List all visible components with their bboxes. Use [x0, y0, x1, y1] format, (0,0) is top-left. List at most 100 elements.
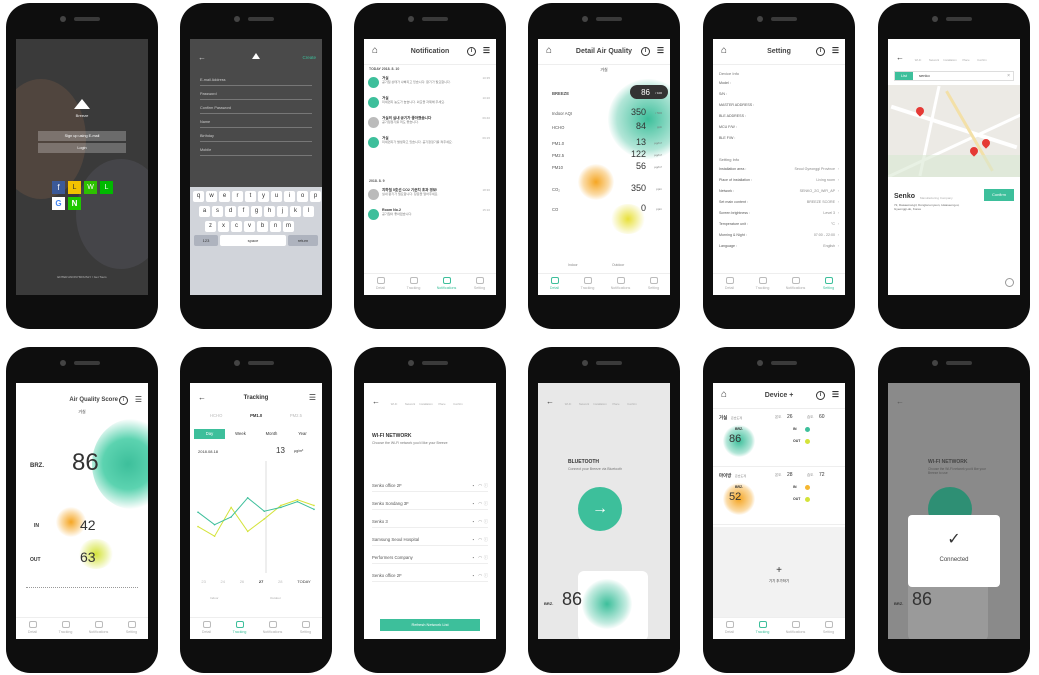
tab-hcho[interactable]: HCHO	[210, 413, 222, 418]
info-icon[interactable]: i	[816, 47, 825, 56]
network-row[interactable]: Performers Company ▪ ◠ ⓘ	[372, 551, 488, 564]
range-year[interactable]: Year	[287, 429, 318, 439]
tab-tracking[interactable]: Tracking	[49, 618, 82, 639]
confirm-button[interactable]: Confirm	[984, 189, 1014, 201]
key-space[interactable]: space	[220, 235, 286, 246]
clear-icon[interactable]: ×	[1007, 72, 1010, 80]
wechat-icon[interactable]: W	[84, 181, 97, 194]
signup-field[interactable]: Mobile	[200, 145, 312, 156]
home-icon[interactable]: ⌂	[721, 46, 727, 56]
keyboard-key[interactable]: w	[206, 191, 217, 202]
air-quality-row[interactable]: CO 0 ppm	[544, 203, 664, 215]
info-icon[interactable]: ⓘ	[484, 497, 488, 510]
info-icon[interactable]: ⓘ	[484, 479, 488, 492]
connect-arrow-button[interactable]: →	[578, 487, 622, 531]
tab-notifications[interactable]: Notifications	[430, 274, 463, 295]
refresh-button[interactable]: Refresh Network List	[380, 619, 480, 631]
air-quality-row[interactable]: PM10 56 µg/m³	[544, 161, 664, 173]
keyboard-key[interactable]: i	[284, 191, 295, 202]
device-card[interactable]: 마이방 온습도계 온도 28 습도 72 BRZ. 52 IN OUT	[713, 469, 845, 525]
tab-tracking[interactable]: Tracking	[571, 274, 604, 295]
setting-row[interactable]: Screen brightness : Level 3 ›	[719, 211, 839, 221]
back-arrow-icon[interactable]: ←	[372, 397, 380, 406]
tab-detail[interactable]: Detail	[364, 274, 397, 295]
keyboard-key[interactable]: c	[231, 221, 242, 232]
tab-notifications[interactable]: Notifications	[604, 274, 637, 295]
tab-notifications[interactable]: Notifications	[82, 618, 115, 639]
menu-icon[interactable]: ☰	[832, 391, 839, 399]
back-arrow-icon[interactable]: ←	[546, 397, 554, 406]
add-device-area[interactable]: + 기기 추가하기	[713, 527, 845, 617]
info-icon[interactable]: i	[119, 396, 128, 405]
add-icon[interactable]: +	[713, 565, 845, 576]
keyboard-key[interactable]: n	[270, 221, 281, 232]
tab-tracking[interactable]: Tracking	[397, 274, 430, 295]
signup-field[interactable]: Birthday	[200, 131, 312, 142]
air-quality-row[interactable]: CO₂ 350 ppm	[544, 183, 664, 195]
tab-pm25[interactable]: PM2.5	[290, 413, 302, 418]
keyboard-key[interactable]: d	[225, 206, 236, 217]
tab-setting[interactable]: Setting	[289, 618, 322, 639]
info-icon[interactable]: ⓘ	[484, 551, 488, 564]
network-row[interactable]: Senko office 2F ▪ ◠ ⓘ	[372, 479, 488, 492]
notification-item[interactable]: Room No.2 공기질이 좋아졌습니다. 15:10	[368, 207, 492, 225]
tab-detail[interactable]: Detail	[538, 274, 571, 295]
tab-pm10[interactable]: PM1.0	[250, 413, 262, 418]
keyboard-key[interactable]: l	[303, 206, 314, 217]
air-quality-row[interactable]: PM2.5 122 µg/m³	[544, 149, 664, 161]
keyboard-key[interactable]: g	[251, 206, 262, 217]
range-day[interactable]: Day	[194, 429, 225, 439]
keyboard-key[interactable]: x	[218, 221, 229, 232]
naver-icon[interactable]: N	[68, 197, 81, 210]
network-row[interactable]: Samsung Seoul Hospital ▪ ◠ ⓘ	[372, 533, 488, 546]
tab-notifications[interactable]: Notifications	[779, 618, 812, 639]
facebook-icon[interactable]: f	[52, 181, 65, 194]
keyboard-key[interactable]: o	[297, 191, 308, 202]
keyboard-key[interactable]: q	[193, 191, 204, 202]
key-123[interactable]: 123	[194, 235, 218, 246]
back-arrow-icon[interactable]: ←	[896, 53, 904, 62]
line-icon[interactable]: L	[100, 181, 113, 194]
notification-item[interactable]: 거실 미세먼지가 발생하고 있습니다. 공기청정기를 켜주세요. 09:15	[368, 135, 492, 153]
info-icon[interactable]: ⓘ	[484, 533, 488, 546]
tab-notifications[interactable]: Notifications	[779, 274, 812, 295]
info-icon[interactable]: i	[816, 391, 825, 400]
date-scroller[interactable]: 23 24 26 27 28 TODAY	[194, 579, 318, 584]
keyboard-key[interactable]: u	[271, 191, 282, 202]
tab-tracking[interactable]: Tracking	[746, 618, 779, 639]
home-icon[interactable]: ⌂	[546, 46, 552, 56]
back-arrow-icon[interactable]: ←	[198, 53, 206, 62]
home-icon[interactable]: ⌂	[372, 46, 378, 56]
setting-row[interactable]: Set main content : BREEZE SCORE ›	[719, 200, 839, 210]
keyboard-key[interactable]: h	[264, 206, 275, 217]
tab-setting[interactable]: Setting	[463, 274, 496, 295]
list-button[interactable]: List	[895, 72, 913, 80]
keyboard-key[interactable]: f	[238, 206, 249, 217]
tab-detail[interactable]: Detail	[713, 274, 746, 295]
menu-icon[interactable]: ☰	[483, 47, 490, 55]
range-week[interactable]: Week	[225, 429, 256, 439]
menu-icon[interactable]: ☰	[657, 47, 664, 55]
signup-field[interactable]: Name	[200, 117, 312, 128]
air-quality-row[interactable]: HCHO 84 ppb	[544, 121, 664, 133]
keyboard-key[interactable]: e	[219, 191, 230, 202]
tab-notifications[interactable]: Notifications	[256, 618, 289, 639]
tab-setting[interactable]: Setting	[812, 618, 845, 639]
keyboard-key[interactable]: y	[258, 191, 269, 202]
menu-icon[interactable]: ☰	[832, 47, 839, 55]
tab-detail[interactable]: Detail	[16, 618, 49, 639]
keyboard-key[interactable]: z	[205, 221, 216, 232]
keyboard-key[interactable]: b	[257, 221, 268, 232]
setting-row[interactable]: Place of installation : Living room ›	[719, 178, 839, 188]
tab-tracking[interactable]: Tracking	[223, 618, 256, 639]
info-icon[interactable]: ⓘ	[484, 515, 488, 528]
connected-dialog[interactable]: ✓ Connected	[908, 515, 1000, 587]
tab-setting[interactable]: Setting	[115, 618, 148, 639]
map-view[interactable]	[888, 85, 1020, 180]
signup-field[interactable]: E-mail Address	[200, 75, 312, 86]
info-icon[interactable]: ⓘ	[484, 569, 488, 582]
range-month[interactable]: Month	[256, 429, 287, 439]
anonymous-link[interactable]: ENTER ANONYMOUSLY / Get Tours	[16, 275, 148, 279]
network-row[interactable]: Senko office 2F ▪ ◠ ⓘ	[372, 569, 488, 582]
info-icon[interactable]: i	[467, 47, 476, 56]
